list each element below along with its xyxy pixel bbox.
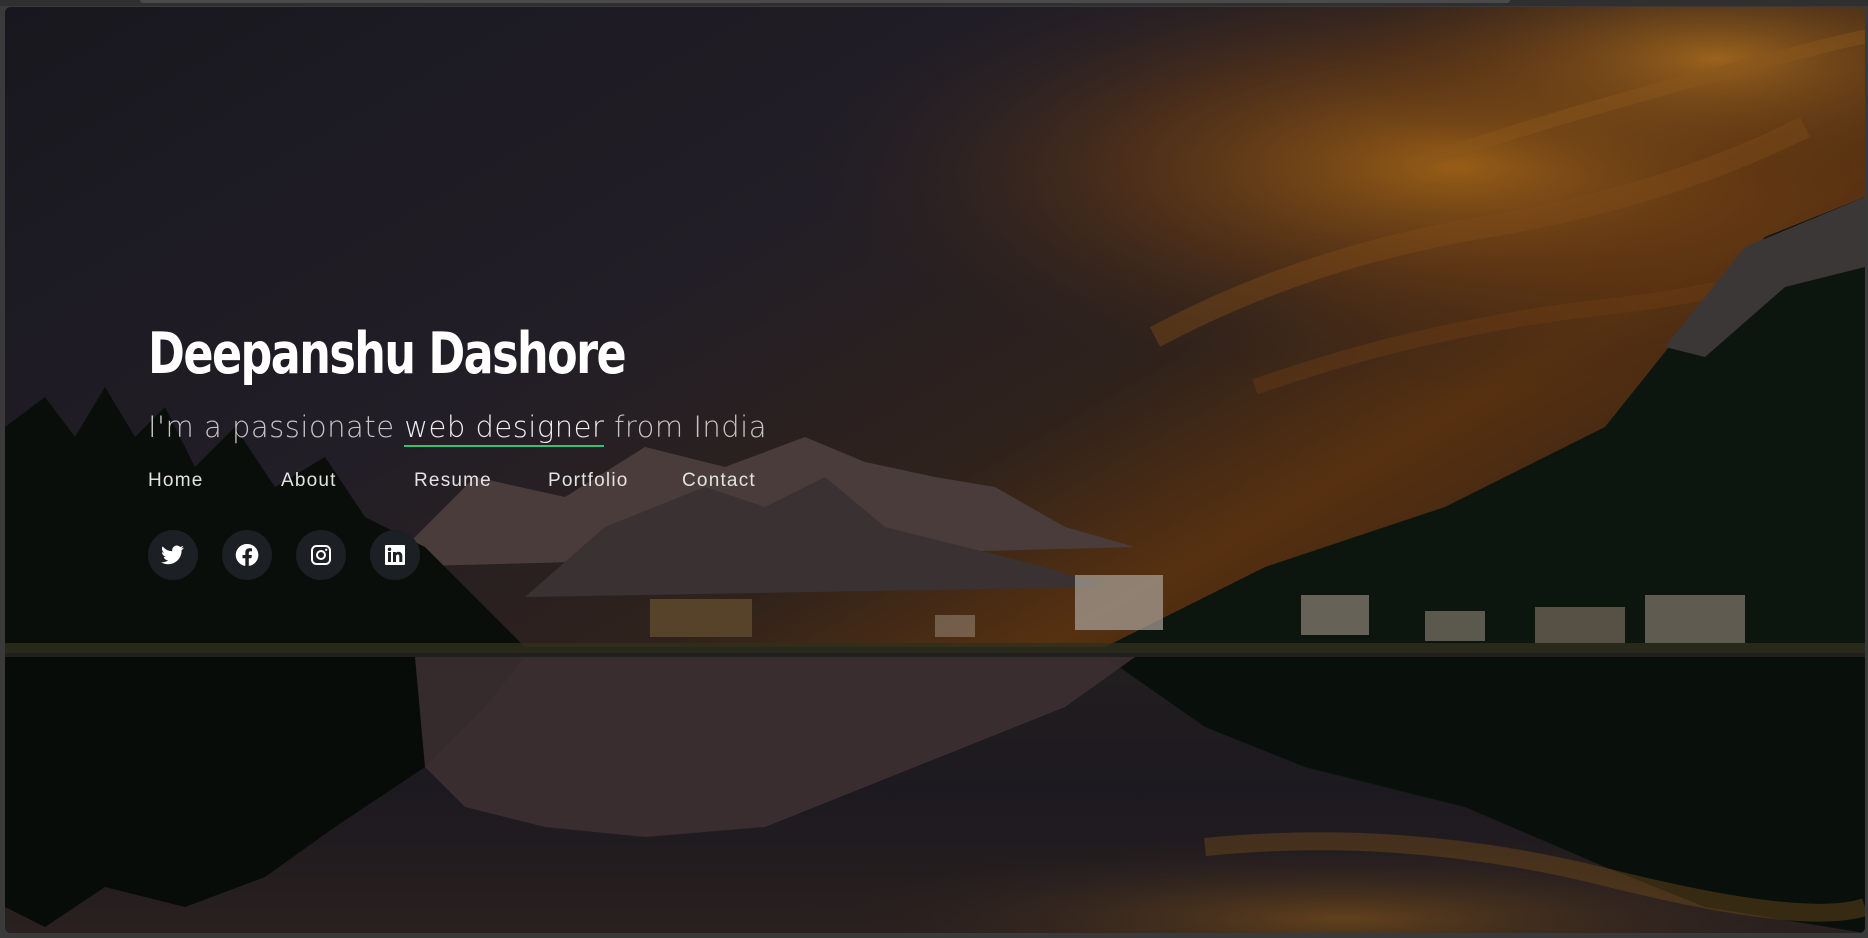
- nav-item-home[interactable]: Home: [148, 470, 281, 492]
- facebook-link[interactable]: [222, 529, 272, 580]
- twitter-link[interactable]: [148, 529, 198, 580]
- window-top-strip: [0, 0, 1868, 6]
- tagline-prefix: I'm a passionate: [148, 409, 405, 444]
- tagline-suffix: from India: [604, 409, 768, 444]
- nav-item-resume[interactable]: Resume: [414, 470, 548, 492]
- nav-item-portfolio[interactable]: Portfolio: [548, 470, 682, 492]
- hero-name: Deepanshu Dashore: [148, 321, 627, 387]
- instagram-link[interactable]: [296, 529, 346, 580]
- facebook-icon: [235, 543, 259, 566]
- social-links: [148, 529, 1048, 580]
- nav-item-about[interactable]: About: [281, 470, 414, 492]
- twitter-icon: [161, 545, 184, 564]
- instagram-icon: [311, 544, 331, 565]
- nav-item-contact[interactable]: Contact: [682, 470, 792, 492]
- tagline-highlight: web designer: [404, 409, 605, 447]
- linkedin-icon: [385, 544, 405, 565]
- main-nav: Home About Resume Portfolio Contact: [148, 470, 1048, 492]
- linkedin-link[interactable]: [370, 529, 420, 580]
- hero-tagline: I'm a passionate web designer from India: [148, 409, 1048, 447]
- hero-content: Deepanshu Dashore I'm a passionate web d…: [148, 321, 1048, 580]
